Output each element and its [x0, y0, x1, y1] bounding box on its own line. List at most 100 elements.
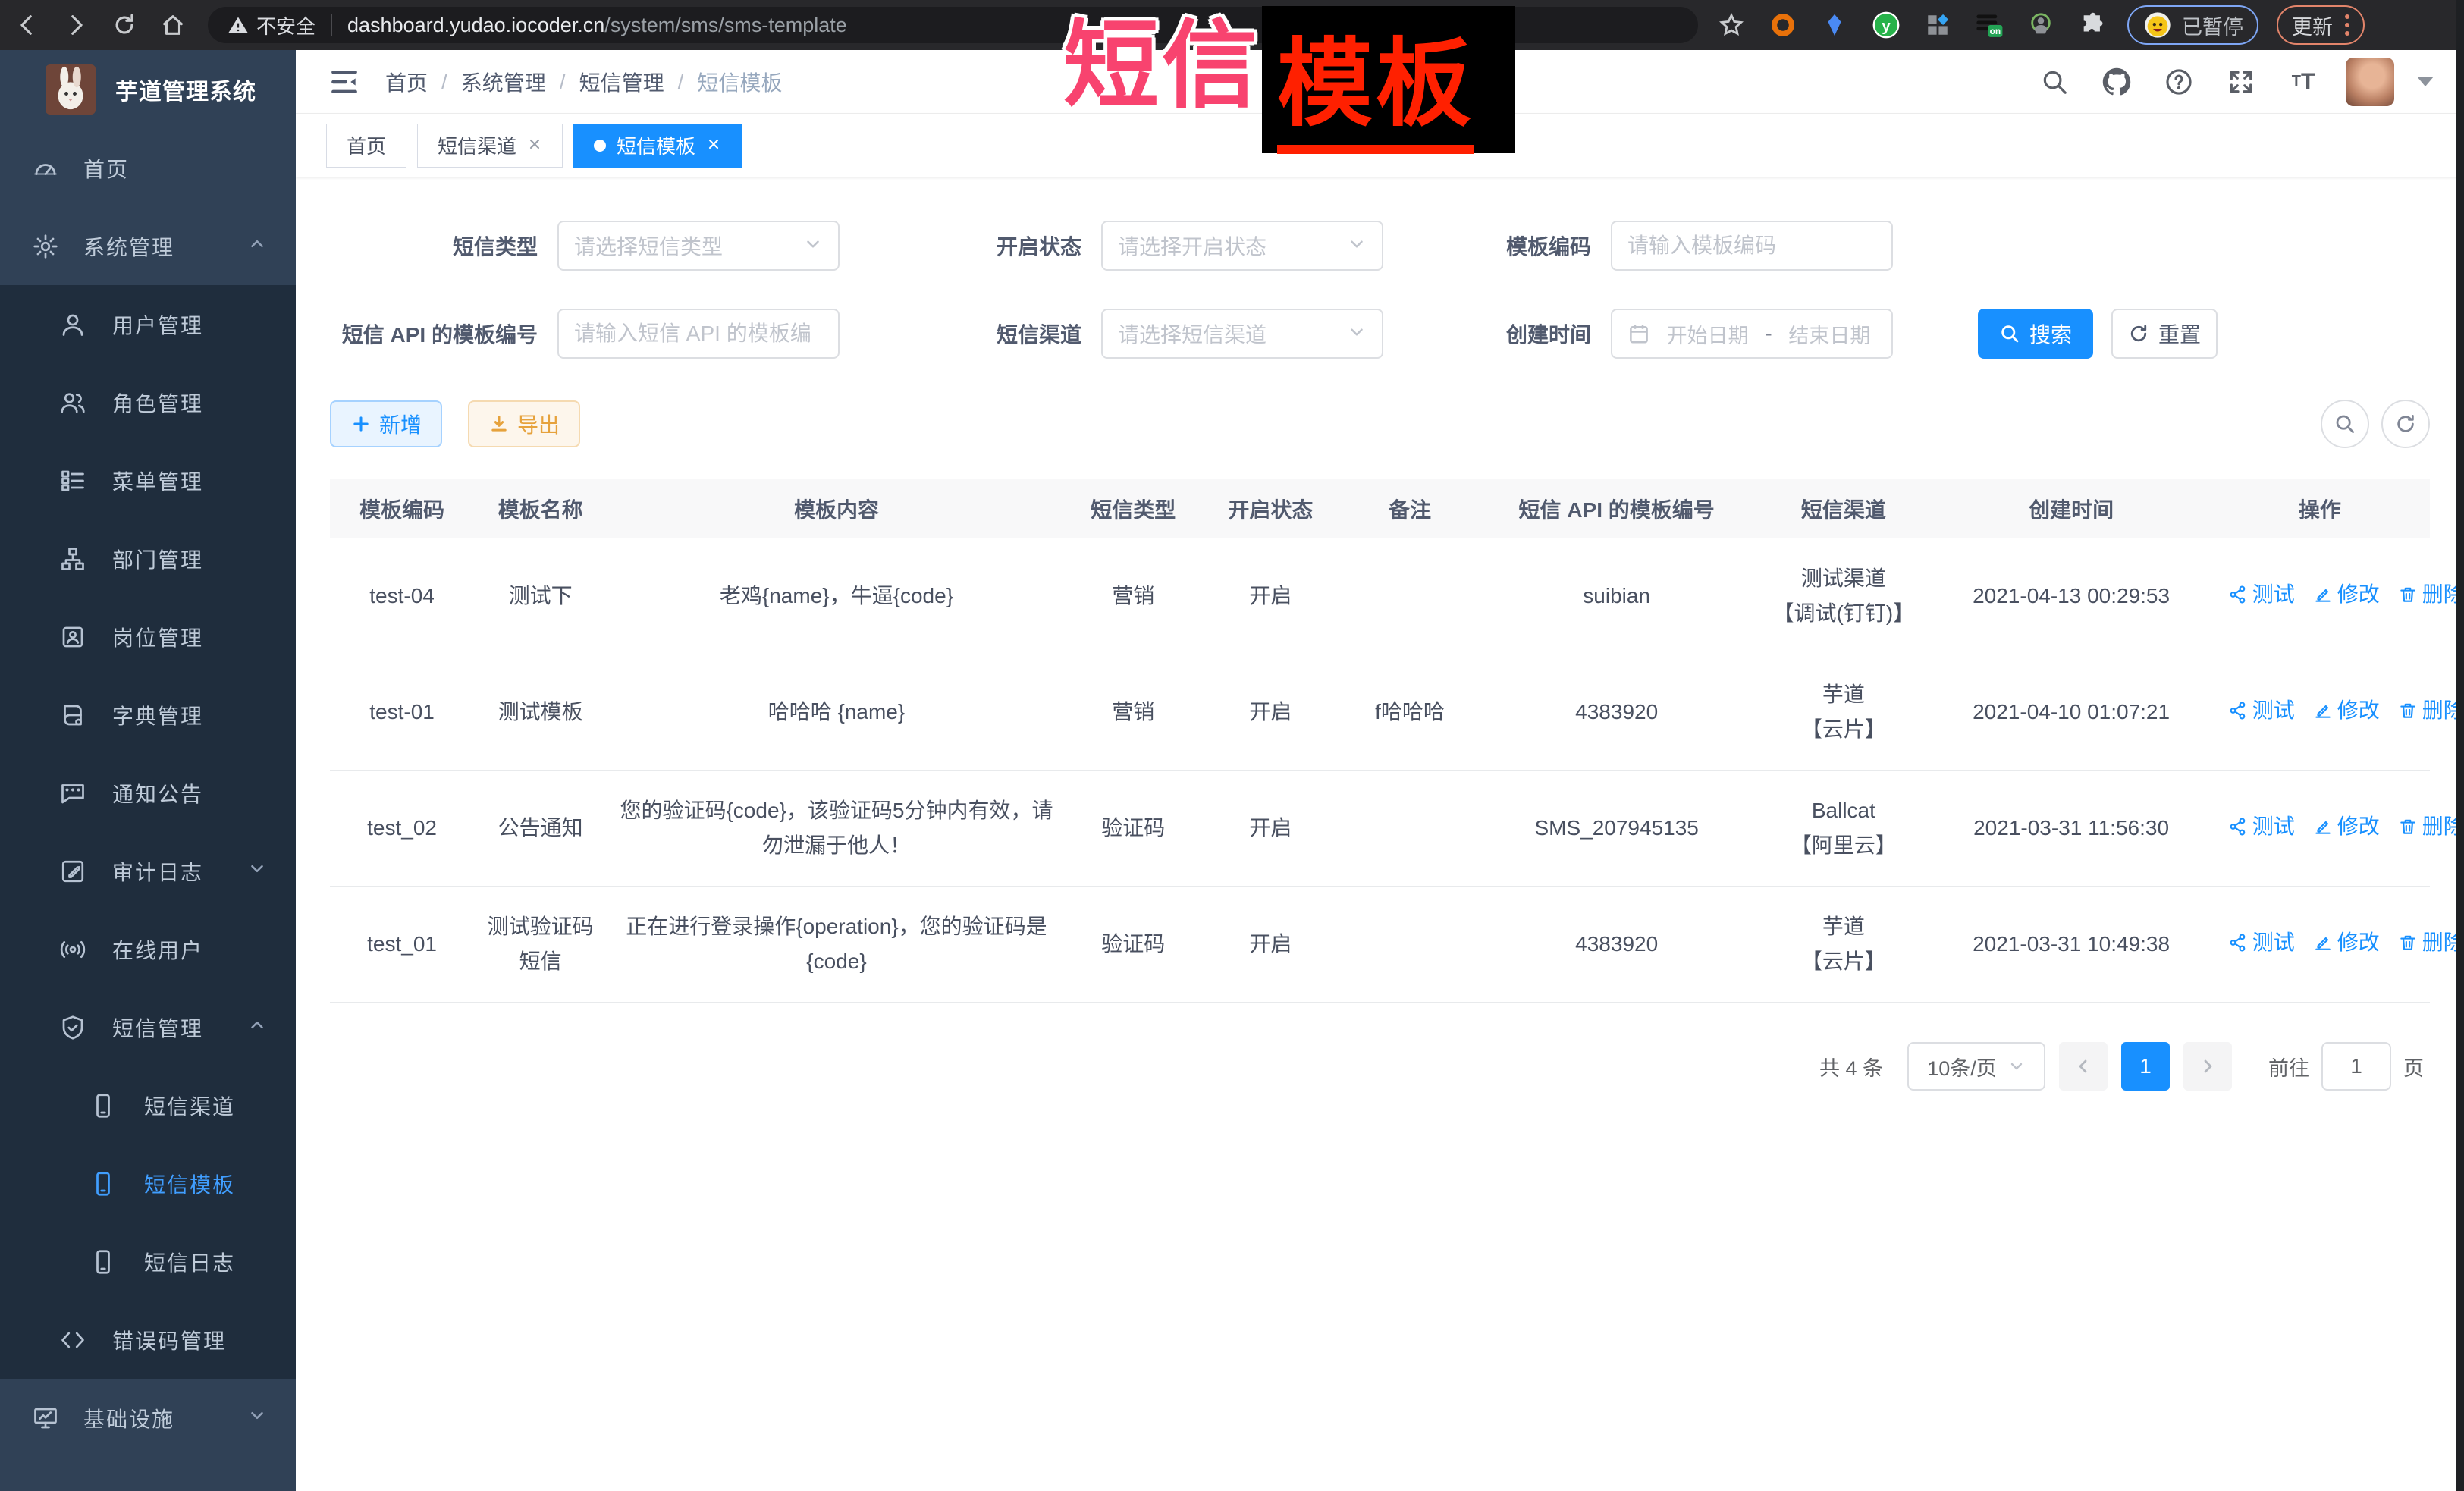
user-avatar[interactable] [2346, 58, 2394, 106]
sidebar-item-dept-mgmt[interactable]: 部门管理 [0, 519, 296, 598]
edit-icon [2313, 933, 2333, 953]
delete-link[interactable]: 删除 [2398, 925, 2464, 960]
edit-icon [2313, 585, 2333, 604]
goto-page-input[interactable] [2321, 1042, 2391, 1091]
sidebar-item-sms-channel[interactable]: 短信渠道 [0, 1066, 296, 1144]
dashboard-icon [32, 155, 59, 182]
date-range-picker[interactable]: 开始日期 - 结束日期 [1611, 309, 1893, 359]
avatar-caret-down-icon[interactable] [2417, 77, 2434, 86]
test-link[interactable]: 测试 [2228, 925, 2295, 960]
chevron-up-icon [247, 234, 267, 259]
breadcrumb-item[interactable]: 短信管理 [579, 67, 664, 97]
delete-link[interactable]: 删除 [2398, 809, 2464, 844]
close-icon[interactable] [527, 133, 542, 157]
code-icon [59, 1326, 86, 1354]
sms-type-select[interactable]: 请选择短信类型 [557, 221, 840, 271]
header-search-icon[interactable] [2035, 62, 2074, 102]
help-icon[interactable] [2159, 62, 2199, 102]
sidebar-logo-row[interactable]: 芋道管理系统 [0, 50, 296, 129]
tab-home[interactable]: 首页 [326, 124, 406, 168]
edit-link[interactable]: 修改 [2313, 925, 2380, 960]
search-button[interactable]: 搜索 [1978, 309, 2093, 359]
sidebar-item-post-mgmt[interactable]: 岗位管理 [0, 598, 296, 676]
table-header-row: 模板编码 模板名称 模板内容 短信类型 开启状态 备注 短信 API 的模板编号… [330, 479, 2430, 538]
sidebar-item-sms-log[interactable]: 短信日志 [0, 1223, 296, 1301]
test-link[interactable]: 测试 [2228, 577, 2295, 612]
template-code-input-wrap[interactable] [1611, 221, 1893, 271]
font-size-icon[interactable]: TT [2284, 62, 2323, 102]
prev-page-button[interactable] [2059, 1042, 2108, 1091]
edit-link[interactable]: 修改 [2313, 809, 2380, 844]
online-users-icon [59, 936, 86, 963]
close-icon[interactable] [706, 133, 721, 157]
next-page-button[interactable] [2183, 1042, 2232, 1091]
extension-grid-icon[interactable] [1921, 8, 1954, 42]
sidebar-item-sms-template[interactable]: 短信模板 [0, 1144, 296, 1223]
channel-select[interactable]: 请选择短信渠道 [1101, 309, 1383, 359]
browser-reload-icon[interactable] [103, 4, 146, 46]
extension-pin-icon[interactable] [1818, 8, 1851, 42]
tab-sms-channel[interactable]: 短信渠道 [417, 124, 563, 168]
page-size-select[interactable]: 10条/页 [1907, 1042, 2045, 1091]
delete-link[interactable]: 删除 [2398, 577, 2464, 612]
sidebar-item-role-mgmt[interactable]: 角色管理 [0, 363, 296, 441]
table-row: test-01 测试模板 哈哈哈 {name} 营销 开启 f哈哈哈 43839… [330, 654, 2430, 771]
active-dot-icon [594, 140, 606, 152]
extension-y-icon[interactable]: y [1869, 8, 1903, 42]
col-header: 开启状态 [1201, 479, 1341, 538]
test-link[interactable]: 测试 [2228, 809, 2295, 844]
table-refresh-button[interactable] [2381, 400, 2430, 448]
sidebar-item-user-mgmt[interactable]: 用户管理 [0, 285, 296, 363]
status-select[interactable]: 请选择开启状态 [1101, 221, 1383, 271]
add-button[interactable]: 新增 [330, 400, 442, 447]
test-link[interactable]: 测试 [2228, 693, 2295, 728]
page-number-button[interactable]: 1 [2121, 1042, 2170, 1091]
sidebar-item-infrastructure[interactable]: 基础设施 [0, 1379, 296, 1457]
browser-back-icon[interactable] [6, 4, 49, 46]
sidebar-collapse-icon[interactable] [326, 64, 363, 100]
sidebar-item-home[interactable]: 首页 [0, 129, 296, 207]
template-code-input[interactable] [1627, 234, 1876, 258]
sidebar-item-sms-mgmt[interactable]: 短信管理 [0, 988, 296, 1066]
sidebar-item-error-code[interactable]: 错误码管理 [0, 1301, 296, 1379]
browser-home-icon[interactable] [152, 4, 194, 46]
github-icon[interactable] [2097, 62, 2136, 102]
extension-search-person-icon[interactable] [2024, 8, 2058, 42]
chevron-down-icon [2007, 1057, 2026, 1075]
api-template-id-input[interactable] [574, 322, 823, 346]
window-edge-scrollbar[interactable] [2456, 0, 2464, 1491]
sidebar-item-system-mgmt[interactable]: 系统管理 [0, 207, 296, 285]
reset-button[interactable]: 重置 [2111, 309, 2218, 359]
sidebar-item-dict-mgmt[interactable]: 字典管理 [0, 676, 296, 754]
sidebar-item-audit-log[interactable]: 审计日志 [0, 832, 296, 910]
search-icon [2334, 413, 2356, 435]
breadcrumb-item[interactable]: 首页 [385, 67, 428, 97]
bookmark-star-icon[interactable] [1715, 8, 1748, 42]
breadcrumb-item[interactable]: 系统管理 [461, 67, 546, 97]
browser-menu-icon[interactable] [2345, 14, 2349, 36]
edit-link[interactable]: 修改 [2313, 577, 2380, 612]
sidebar-item-online-users[interactable]: 在线用户 [0, 910, 296, 988]
address-bar[interactable]: 不安全 dashboard.yudao.iocoder.cn/system/sm… [208, 7, 1698, 43]
sidebar-item-menu-mgmt[interactable]: 菜单管理 [0, 441, 296, 519]
update-button[interactable]: 更新 [2277, 5, 2365, 45]
export-button[interactable]: 导出 [468, 400, 580, 447]
extension-ring-icon[interactable] [1766, 8, 1800, 42]
edit-link[interactable]: 修改 [2313, 693, 2380, 728]
sidebar-item-notice[interactable]: 通知公告 [0, 754, 296, 832]
delete-link[interactable]: 删除 [2398, 693, 2464, 728]
api-template-id-input-wrap[interactable] [557, 309, 840, 359]
browser-forward-icon[interactable] [55, 4, 97, 46]
table-search-toggle-button[interactable] [2321, 400, 2369, 448]
paused-badge[interactable]: 已暂停 [2127, 5, 2258, 45]
tab-sms-template[interactable]: 短信模板 [573, 124, 742, 168]
sidebar: 芋道管理系统 首页 系统管理 用户管理 角色管理 [0, 50, 296, 1491]
extensions-puzzle-icon[interactable] [2076, 8, 2109, 42]
chevron-right-icon [2199, 1057, 2217, 1075]
filter-row-2: 短信 API 的模板编号 短信渠道 请选择短信渠道 创建时间 开始日期 - [330, 309, 2430, 359]
calendar-icon [1627, 322, 1650, 345]
user-icon [59, 311, 86, 338]
main-content: 短信类型 请选择短信类型 开启状态 请选择开启状态 模板编码 [296, 178, 2464, 1491]
extension-tabs-on-icon[interactable]: on [1973, 8, 2006, 42]
fullscreen-icon[interactable] [2221, 62, 2261, 102]
